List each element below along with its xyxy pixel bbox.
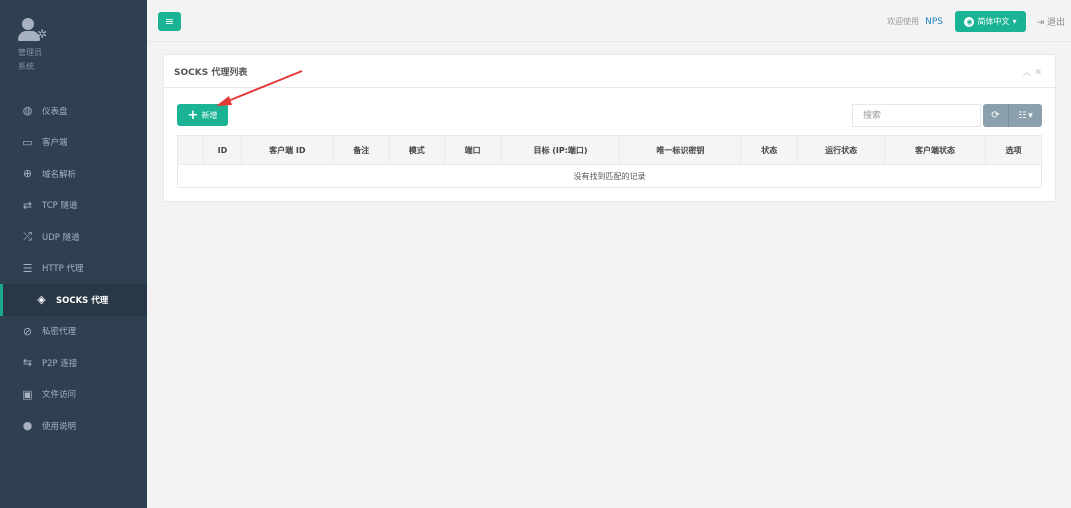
dashboard-icon: ◍ — [22, 104, 33, 118]
proxy-table: ID 客户端 ID 备注 模式 端口 目标 (IP:端口) 唯一标识密钥 状态 运行状态 客户端状… — [177, 135, 1043, 188]
sign-out-icon: ⇥ — [1036, 18, 1045, 28]
sidebar-item-label: UDP 隧道 — [42, 232, 80, 243]
globe-icon: ⊕ — [22, 167, 33, 181]
close-icon[interactable]: ✕ — [1034, 68, 1045, 78]
column-header[interactable]: 选项 — [984, 135, 1043, 165]
profile: ✲ 管理员 系统 — [0, 0, 147, 95]
search-input[interactable] — [852, 104, 981, 127]
sidebar-item-9[interactable]: ▣ 文件访问 — [0, 379, 147, 411]
lightbulb-icon: ● — [22, 419, 33, 433]
sidebar-item-6[interactable]: ◈ SOCKS 代理 — [0, 284, 147, 316]
server-icon: ☰ — [22, 261, 33, 275]
welcome-text: 欢迎使用 NPS — [887, 16, 943, 27]
column-header[interactable] — [177, 135, 204, 165]
panel-header: SOCKS 代理列表 ︿✕ — [164, 55, 1055, 88]
column-header[interactable]: 客户端状态 — [884, 135, 986, 165]
table-row: 没有找到匹配的记录 — [177, 164, 1042, 188]
desktop-icon: ▭ — [22, 135, 33, 149]
menu-toggle-button[interactable]: ≡ — [158, 12, 181, 31]
brand-link[interactable]: NPS — [925, 17, 943, 27]
sidebar-item-4[interactable]: ⤮ UDP 隧道 — [0, 221, 147, 253]
globe-icon: ◉ — [964, 16, 975, 27]
language-dropdown-button[interactable]: ◉ 简体中文 ▾ — [955, 11, 1026, 32]
refresh-icon: ⟳ — [991, 110, 1000, 121]
briefcase-icon: ▣ — [22, 387, 33, 401]
column-header[interactable]: 唯一标识密钥 — [619, 135, 742, 165]
sidebar-item-label: 仪表盘 — [42, 106, 68, 117]
sidebar-item-label: 私密代理 — [42, 327, 77, 338]
eye-slash-icon: ⊘ — [22, 324, 33, 338]
sidebar-nav: ◍ 仪表盘 ▭ 客户端 ⊕ 域名解析 ⇄ TCP 隧道 ⤮ UDP 隧道 ☰ HTTP 代理 ◈ SOCK… — [0, 95, 147, 442]
user-gear-icon: ✲ — [18, 18, 52, 44]
column-header[interactable]: 目标 (IP:端口) — [500, 135, 621, 165]
sidebar-item-label: 文件访问 — [42, 390, 77, 401]
layers-icon: ◈ — [37, 293, 46, 307]
sidebar-item-label: 域名解析 — [42, 169, 77, 180]
column-header[interactable]: 运行状态 — [797, 135, 886, 165]
panel-tools: ︿✕ — [1022, 65, 1045, 78]
sidebar-item-1[interactable]: ▭ 客户端 — [0, 127, 147, 159]
retweet-icon: ⇄ — [22, 198, 33, 212]
columns-dropdown-button[interactable]: ☷ ▾ — [1009, 104, 1042, 127]
panel-title: SOCKS 代理列表 — [174, 67, 248, 78]
bars-icon: ≡ — [164, 15, 175, 28]
sidebar-item-10[interactable]: ● 使用说明 — [0, 410, 147, 442]
caret-down-icon: ▾ — [1028, 110, 1033, 121]
sidebar-item-5[interactable]: ☰ HTTP 代理 — [0, 253, 147, 285]
column-header[interactable]: ID — [202, 135, 242, 165]
caret-down-icon: ▾ — [1012, 17, 1017, 26]
sidebar-item-label: 使用说明 — [42, 421, 77, 432]
table-toolbar: ⟳ ☷ ▾ — [983, 104, 1042, 127]
column-header[interactable]: 模式 — [388, 135, 445, 165]
column-header[interactable]: 状态 — [740, 135, 799, 165]
collapse-icon[interactable]: ︿ — [1022, 68, 1034, 78]
table-header-row: ID 客户端 ID 备注 模式 端口 目标 (IP:端口) 唯一标识密钥 状态 运行状态 客户端状… — [177, 135, 1043, 165]
sidebar-item-3[interactable]: ⇄ TCP 隧道 — [0, 190, 147, 222]
sidebar-item-label: TCP 隧道 — [42, 201, 78, 212]
sidebar-item-8[interactable]: ⇆ P2P 连接 — [0, 347, 147, 379]
sidebar-item-label: SOCKS 代理 — [56, 295, 109, 306]
column-header[interactable]: 备注 — [332, 135, 390, 165]
sidebar-item-label: P2P 连接 — [42, 358, 78, 369]
list-icon: ☷ — [1018, 110, 1027, 121]
random-icon: ⤮ — [23, 229, 32, 243]
welcome-label: 欢迎使用 — [887, 17, 920, 26]
socks-proxy-panel: SOCKS 代理列表 ︿✕ + 新增 ⟳ ☷▾ ID客户端 ID备注模式端口目标… — [163, 54, 1056, 202]
sidebar-item-0[interactable]: ◍ 仪表盘 — [0, 95, 147, 127]
sidebar-item-label: HTTP 代理 — [42, 264, 84, 275]
column-header[interactable]: 客户端 ID — [240, 135, 334, 165]
add-label: 新增 — [201, 110, 218, 120]
sidebar-item-label: 客户端 — [42, 138, 68, 149]
sidebar-item-7[interactable]: ⊘ 私密代理 — [0, 316, 147, 348]
add-button[interactable]: + 新增 — [177, 104, 228, 126]
logout-label: 退出 — [1046, 18, 1065, 28]
exchange-icon: ⇆ — [22, 356, 33, 370]
profile-system: 系统 — [18, 62, 34, 71]
column-header[interactable]: 端口 — [443, 135, 502, 165]
plus-icon: + — [187, 107, 199, 123]
language-label: 简体中文 — [977, 17, 1010, 26]
refresh-button[interactable]: ⟳ — [983, 104, 1009, 127]
logout-link[interactable]: ⇥ 退出 — [1037, 15, 1065, 28]
top-bar: ≡ 欢迎使用 NPS ◉ 简体中文 ▾ ⇥ 退出 — [147, 0, 1071, 42]
sidebar-item-2[interactable]: ⊕ 域名解析 — [0, 158, 147, 190]
empty-message: 没有找到匹配的记录 — [177, 164, 1042, 188]
profile-role: 管理员 — [18, 48, 42, 57]
sidebar: ✲ 管理员 系统 ◍ 仪表盘 ▭ 客户端 ⊕ 域名解析 ⇄ TCP 隧道 ⤮ UDP 隧道 ☰ HTT… — [0, 0, 147, 508]
